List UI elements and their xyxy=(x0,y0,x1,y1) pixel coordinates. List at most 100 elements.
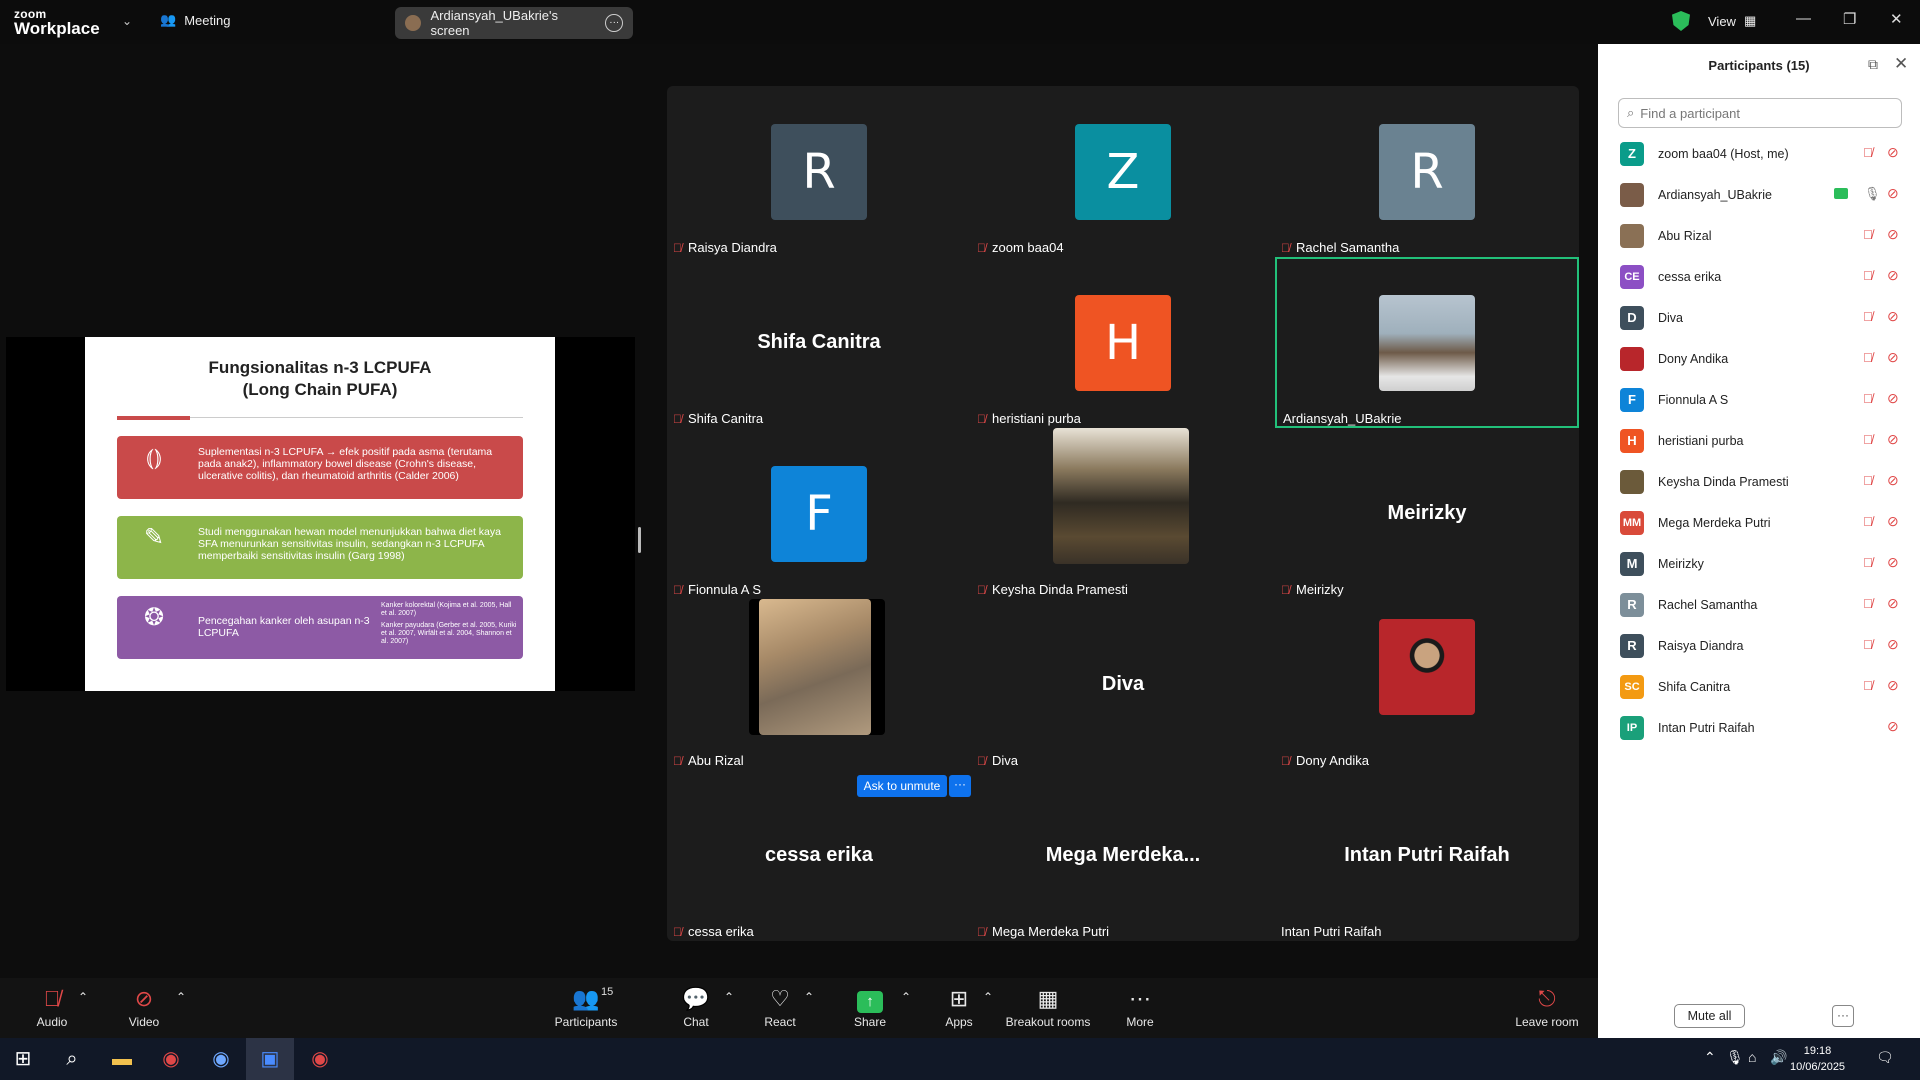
participant-row[interactable]: D Diva 🎙̸ ⊘ xyxy=(1598,297,1920,338)
video-tile[interactable]: R 🎙̸ Rachel Samantha xyxy=(1275,86,1579,257)
restore-icon[interactable]: ❐ xyxy=(1843,10,1856,28)
close-icon[interactable]: ✕ xyxy=(1894,54,1908,74)
participant-row[interactable]: M Meirizky 🎙̸ ⊘ xyxy=(1598,543,1920,584)
participant-row[interactable]: IP Intan Putri Raifah ⊘ xyxy=(1598,707,1920,748)
video-off-icon[interactable]: ⊘ xyxy=(1887,144,1899,161)
apps-button[interactable]: ⊞ Apps xyxy=(939,986,979,1029)
participant-row[interactable]: Abu Rizal 🎙̸ ⊘ xyxy=(1598,215,1920,256)
mic-icon[interactable]: 🎙 xyxy=(1864,186,1881,202)
mic-icon[interactable]: 🎙 xyxy=(1726,1049,1744,1066)
chrome-icon[interactable]: ◉ xyxy=(158,1047,184,1071)
search-icon[interactable]: ⌕ xyxy=(59,1047,85,1071)
video-off-icon[interactable]: ⊘ xyxy=(1887,349,1899,366)
video-off-icon[interactable]: ⊘ xyxy=(1887,554,1899,571)
mic-muted-icon[interactable]: 🎙̸ xyxy=(1863,309,1873,324)
mic-muted-icon[interactable]: 🎙̸ xyxy=(1863,473,1873,488)
mic-muted-icon[interactable]: 🎙̸ xyxy=(1863,268,1873,283)
video-tile[interactable]: Meirizky 🎙̸ Meirizky xyxy=(1275,428,1579,599)
mic-muted-icon[interactable]: 🎙̸ xyxy=(1863,555,1873,570)
video-off-icon[interactable]: ⊘ xyxy=(1887,185,1899,202)
chrome-icon[interactable]: ◉ xyxy=(307,1047,333,1071)
chevron-up-icon[interactable]: ⌃ xyxy=(1704,1049,1716,1066)
chevron-up-icon[interactable]: ⌃ xyxy=(983,990,993,1004)
chevron-up-icon[interactable]: ⌃ xyxy=(176,990,186,1004)
browser-icon[interactable]: ◉ xyxy=(208,1047,234,1071)
video-off-icon[interactable]: ⊘ xyxy=(1887,636,1899,653)
chevron-down-icon[interactable]: ⌄ xyxy=(122,14,132,28)
ask-to-unmute-button[interactable]: Ask to unmute xyxy=(857,775,947,797)
video-tile[interactable]: Diva 🎙̸ Diva xyxy=(971,599,1275,770)
minimize-icon[interactable]: — xyxy=(1796,10,1811,27)
video-tile[interactable]: H 🎙̸ heristiani purba xyxy=(971,257,1275,428)
share-button[interactable]: ↑ Share xyxy=(850,986,890,1029)
video-off-icon[interactable]: ⊘ xyxy=(1887,431,1899,448)
mic-muted-icon[interactable]: 🎙̸ xyxy=(1863,637,1873,652)
more-icon[interactable]: ··· xyxy=(605,14,623,32)
video-off-icon[interactable]: ⊘ xyxy=(1887,390,1899,407)
mic-muted-icon[interactable]: 🎙̸ xyxy=(1863,145,1873,160)
pop-out-icon[interactable]: ⧉ xyxy=(1868,56,1878,73)
video-tile[interactable]: Mega Merdeka... 🎙̸ Mega Merdeka Putri xyxy=(971,770,1275,941)
zoom-app-icon[interactable]: ▣ xyxy=(257,1047,283,1071)
more-options-button[interactable]: ··· xyxy=(949,775,971,797)
more-options-button[interactable]: ··· xyxy=(1832,1005,1854,1027)
mic-muted-icon[interactable]: 🎙̸ xyxy=(1863,391,1873,406)
participant-row[interactable]: Keysha Dinda Pramesti 🎙̸ ⊘ xyxy=(1598,461,1920,502)
security-shield-icon[interactable] xyxy=(1672,11,1690,31)
video-button[interactable]: ⊘ Video xyxy=(122,986,166,1029)
participant-row[interactable]: Ardiansyah_UBakrie 🎙 ⊘ xyxy=(1598,174,1920,215)
mic-muted-icon[interactable]: 🎙̸ xyxy=(1863,678,1873,693)
meeting-menu[interactable]: 👥 Meeting xyxy=(160,12,230,28)
video-tile[interactable]: Shifa Canitra 🎙̸ Shifa Canitra xyxy=(667,257,971,428)
file-explorer-icon[interactable]: ▬ xyxy=(109,1047,135,1071)
video-off-icon[interactable]: ⊘ xyxy=(1887,267,1899,284)
participant-row[interactable]: F Fionnula A S 🎙̸ ⊘ xyxy=(1598,379,1920,420)
breakout-rooms-button[interactable]: ▦ Breakout rooms xyxy=(1002,986,1094,1029)
video-off-icon[interactable]: ⊘ xyxy=(1887,226,1899,243)
participant-row[interactable]: Zzoom baa04 (Host, me) 🎙̸ ⊘ xyxy=(1598,133,1920,174)
video-off-icon[interactable]: ⊘ xyxy=(1887,308,1899,325)
leave-room-button[interactable]: ⎋ Leave room xyxy=(1512,986,1582,1029)
screen-share-pill[interactable]: Ardiansyah_UBakrie's screen ··· xyxy=(395,7,633,39)
participant-row[interactable]: CE cessa erika 🎙̸ ⊘ xyxy=(1598,256,1920,297)
video-off-icon[interactable]: ⊘ xyxy=(1887,472,1899,489)
active-speaker-tile[interactable]: Ardiansyah_UBakrie xyxy=(1275,257,1579,428)
participant-row[interactable]: MM Mega Merdeka Putri 🎙̸ ⊘ xyxy=(1598,502,1920,543)
participant-row[interactable]: R Rachel Samantha 🎙̸ ⊘ xyxy=(1598,584,1920,625)
participant-row[interactable]: SC Shifa Canitra 🎙̸ ⊘ xyxy=(1598,666,1920,707)
video-tile[interactable]: Intan Putri Raifah Intan Putri Raifah xyxy=(1275,770,1579,941)
split-view-handle[interactable] xyxy=(638,527,641,553)
mic-muted-icon[interactable]: 🎙̸ xyxy=(1863,596,1873,611)
chevron-up-icon[interactable]: ⌃ xyxy=(724,990,734,1004)
mic-muted-icon[interactable]: 🎙̸ xyxy=(1863,227,1873,242)
audio-button[interactable]: 🎙̸ Audio xyxy=(30,986,74,1029)
mic-muted-icon[interactable]: 🎙̸ xyxy=(1863,432,1873,447)
video-off-icon[interactable]: ⊘ xyxy=(1887,513,1899,530)
video-off-icon[interactable]: ⊘ xyxy=(1887,718,1899,735)
participant-row[interactable]: Dony Andika 🎙̸ ⊘ xyxy=(1598,338,1920,379)
video-tile[interactable]: R 🎙̸ Raisya Diandra xyxy=(667,86,971,257)
video-tile[interactable]: 🎙̸ Dony Andika xyxy=(1275,599,1579,770)
video-tile[interactable]: F 🎙̸ Fionnula A S xyxy=(667,428,971,599)
mute-all-button[interactable]: Mute all xyxy=(1674,1004,1745,1028)
video-tile[interactable]: 🎙̸ Keysha Dinda Pramesti xyxy=(971,428,1275,599)
react-button[interactable]: ♡ React xyxy=(760,986,800,1029)
volume-icon[interactable]: 🔊 xyxy=(1770,1049,1787,1066)
search-input[interactable]: ⌕ Find a participant xyxy=(1618,98,1902,128)
video-tile[interactable]: 🎙̸ Abu Rizal xyxy=(667,599,971,770)
chevron-up-icon[interactable]: ⌃ xyxy=(804,990,814,1004)
video-off-icon[interactable]: ⊘ xyxy=(1887,677,1899,694)
participants-button[interactable]: 👥 15 Participants xyxy=(548,986,624,1029)
windows-start-icon[interactable]: ⊞ xyxy=(10,1047,36,1071)
chevron-up-icon[interactable]: ⌃ xyxy=(901,990,911,1004)
chat-button[interactable]: 💬 Chat xyxy=(676,986,716,1029)
video-tile[interactable]: Z 🎙̸ zoom baa04 xyxy=(971,86,1275,257)
chevron-up-icon[interactable]: ⌃ xyxy=(78,990,88,1004)
system-clock[interactable]: 19:18 10/06/2025 xyxy=(1790,1043,1845,1075)
mic-muted-icon[interactable]: 🎙̸ xyxy=(1863,350,1873,365)
view-button[interactable]: View ▦ xyxy=(1708,13,1756,29)
participant-row[interactable]: Hheristiani purba 🎙̸ ⊘ xyxy=(1598,420,1920,461)
more-button[interactable]: ⋯ More xyxy=(1120,986,1160,1029)
video-off-icon[interactable]: ⊘ xyxy=(1887,595,1899,612)
notification-icon[interactable]: 🗨 xyxy=(1876,1049,1894,1066)
